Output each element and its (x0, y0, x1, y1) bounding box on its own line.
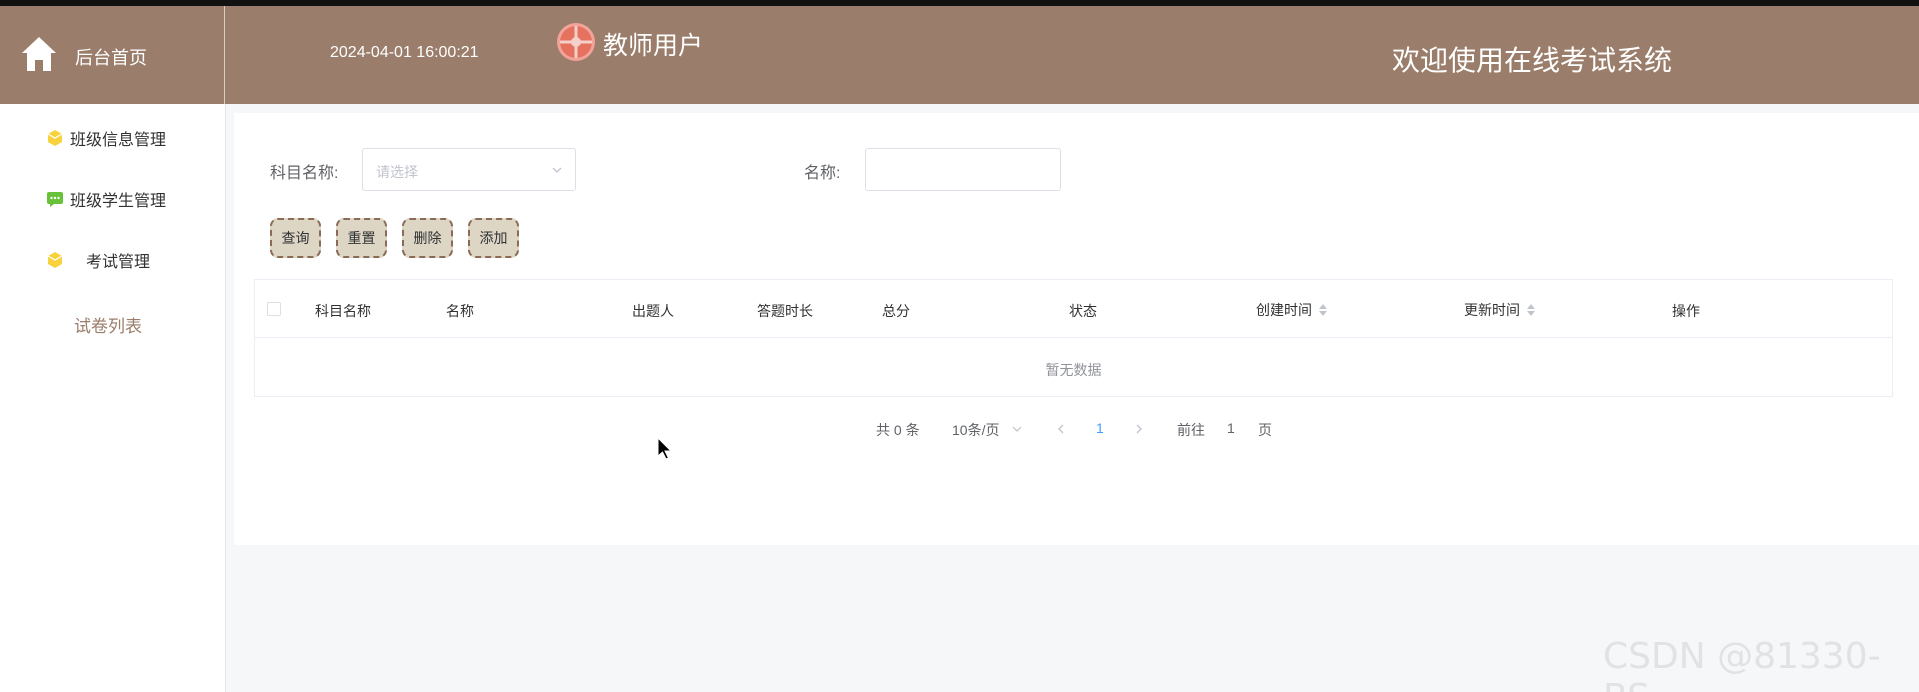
sidebar-item-label: 班级信息管理 (70, 132, 167, 149)
cube-icon (47, 130, 63, 146)
column-header-duration: 答题时长 (757, 303, 813, 319)
column-header-subject: 科目名称 (315, 303, 371, 319)
user-name[interactable]: 教师用户 (603, 26, 703, 62)
column-header-status: 状态 (1069, 303, 1097, 319)
sidebar-item-class-info[interactable]: 班级信息管理 (0, 118, 225, 158)
chevron-down-icon (552, 167, 562, 173)
prev-page-icon[interactable] (1056, 423, 1066, 435)
goto-label: 前往 (1177, 422, 1205, 438)
delete-button[interactable]: 删除 (402, 218, 453, 258)
name-input[interactable] (865, 148, 1061, 191)
goto-page-input[interactable]: 1 (1227, 420, 1235, 436)
column-header-created-label: 创建时间 (1256, 302, 1312, 318)
pagination-total: 共 0 条 (876, 422, 920, 438)
chat-icon (47, 192, 63, 207)
datetime-display: 2024-04-01 16:00:21 (330, 44, 479, 61)
welcome-title: 欢迎使用在线考试系统 (1392, 45, 1673, 76)
column-header-actions: 操作 (1672, 303, 1700, 319)
watermark: CSDN @81330-BS (1603, 636, 1881, 692)
chevron-down-icon[interactable] (1012, 423, 1022, 435)
sidebar: 班级信息管理 班级学生管理 考试管理 试卷列表 (0, 104, 226, 692)
column-header-created[interactable]: 创建时间 (1256, 300, 1328, 320)
subject-select-placeholder: 请选择 (376, 164, 418, 180)
column-header-updated-label: 更新时间 (1464, 302, 1520, 318)
paper-table: 科目名称 名称 出题人 答题时长 总分 状态 创建时间 更新时间 操作 暂无数据 (254, 279, 1893, 397)
page-suffix: 页 (1258, 422, 1272, 438)
sidebar-item-label: 班级学生管理 (70, 193, 167, 210)
query-button[interactable]: 查询 (270, 218, 321, 258)
mouse-cursor-icon (657, 437, 673, 460)
name-label: 名称: (804, 165, 841, 182)
cube-icon (47, 252, 63, 268)
column-header-name: 名称 (446, 303, 474, 319)
table-header: 科目名称 名称 出题人 答题时长 总分 状态 创建时间 更新时间 操作 (255, 280, 1892, 338)
subject-label: 科目名称: (270, 165, 339, 182)
home-link[interactable]: 后台首页 (0, 6, 225, 104)
sidebar-item-exam-management[interactable]: 考试管理 (0, 240, 225, 280)
column-header-author: 出题人 (632, 303, 674, 319)
reset-button[interactable]: 重置 (336, 218, 387, 258)
column-header-updated[interactable]: 更新时间 (1464, 300, 1536, 320)
subject-select[interactable]: 请选择 (362, 148, 576, 191)
select-all-checkbox[interactable] (267, 302, 281, 316)
avatar[interactable] (556, 22, 596, 62)
sort-icon[interactable] (1526, 302, 1536, 318)
empty-placeholder: 暂无数据 (1045, 362, 1102, 378)
add-button[interactable]: 添加 (468, 218, 519, 258)
sidebar-item-label: 考试管理 (86, 254, 151, 271)
column-header-total-score: 总分 (882, 303, 910, 319)
sidebar-subitem-paper-list[interactable]: 试卷列表 (74, 312, 142, 337)
home-icon (22, 37, 56, 71)
sidebar-item-class-students[interactable]: 班级学生管理 (0, 179, 225, 219)
home-label: 后台首页 (75, 48, 147, 68)
next-page-icon[interactable] (1134, 423, 1144, 435)
sort-icon[interactable] (1318, 302, 1328, 318)
page-number-current[interactable]: 1 (1096, 420, 1104, 436)
header-bar: 后台首页 2024-04-01 16:00:21 教师用户 欢迎使用在线考试系统 (0, 6, 1919, 104)
page-size-select[interactable]: 10条/页 (952, 420, 999, 440)
